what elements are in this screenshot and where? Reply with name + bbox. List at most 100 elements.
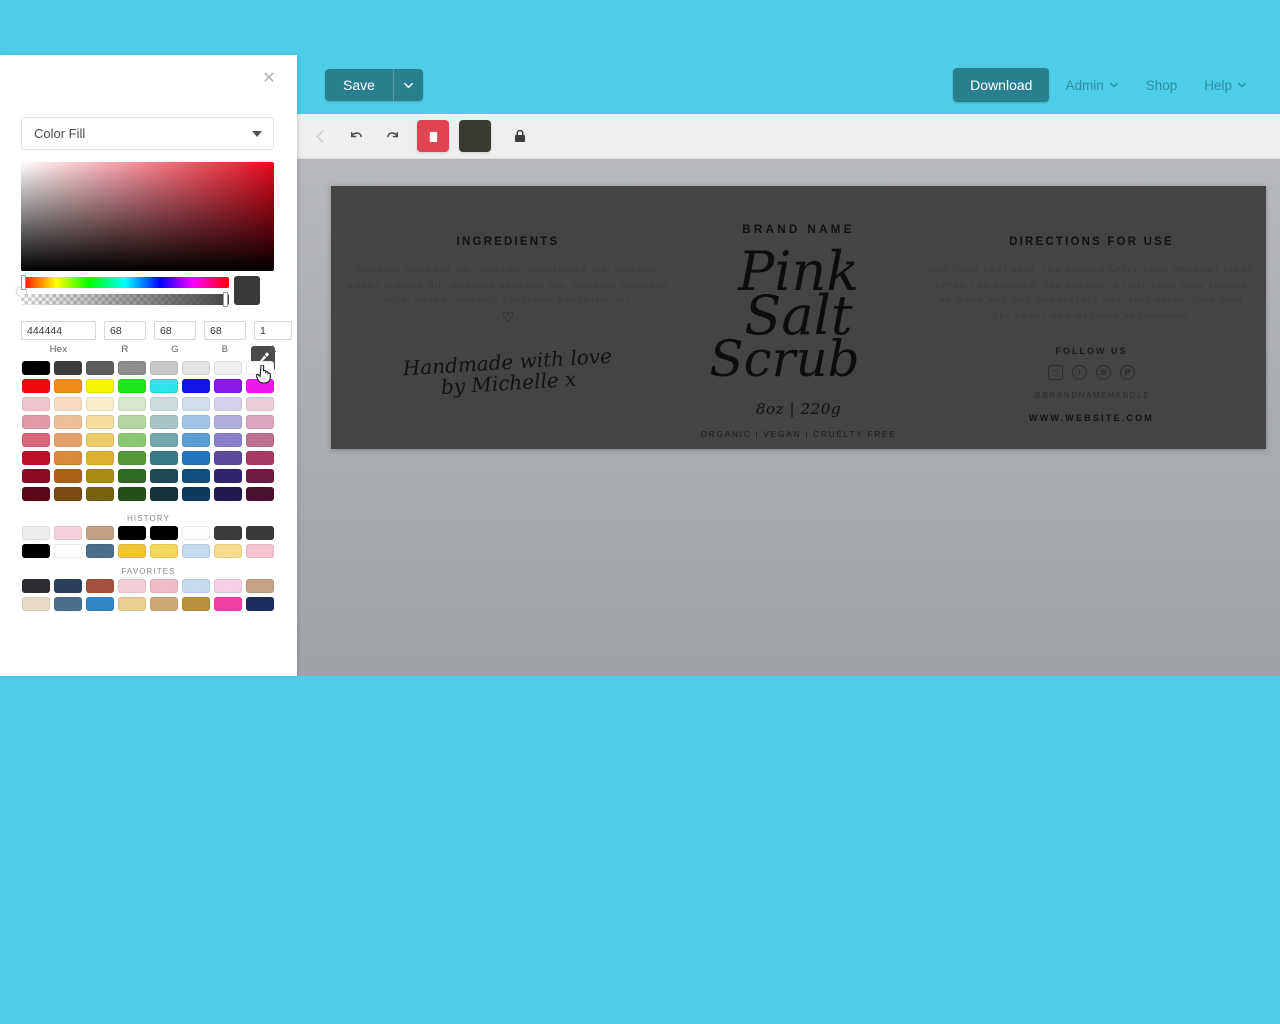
history-swatch-5[interactable]	[182, 526, 210, 540]
color-swatch-4[interactable]	[150, 361, 178, 375]
favorite-swatch-13[interactable]	[182, 597, 210, 611]
color-swatch-46[interactable]	[214, 451, 242, 465]
save-button-group[interactable]: Save	[325, 69, 423, 101]
color-swatch-2[interactable]	[86, 361, 114, 375]
hue-slider-knob[interactable]	[21, 275, 26, 290]
color-swatch-39[interactable]	[246, 433, 274, 447]
saturation-value-picker[interactable]	[17, 162, 274, 296]
color-swatch-40[interactable]	[22, 451, 50, 465]
back-button[interactable]	[305, 121, 335, 151]
color-swatch-9[interactable]	[54, 379, 82, 393]
color-swatch-62[interactable]	[214, 487, 242, 501]
color-swatch-42[interactable]	[86, 451, 114, 465]
color-swatch-56[interactable]	[22, 487, 50, 501]
red-input[interactable]	[104, 321, 146, 340]
color-swatch-27[interactable]	[118, 415, 146, 429]
color-swatch-36[interactable]	[150, 433, 178, 447]
history-swatch-13[interactable]	[182, 544, 210, 558]
nav-item-admin[interactable]: Admin	[1054, 69, 1129, 102]
history-swatch-10[interactable]	[86, 544, 114, 558]
color-swatch-12[interactable]	[150, 379, 178, 393]
lock-element-button[interactable]	[505, 121, 535, 151]
color-swatch-33[interactable]	[54, 433, 82, 447]
color-swatch-48[interactable]	[22, 469, 50, 483]
color-swatch-28[interactable]	[150, 415, 178, 429]
favorite-swatch-6[interactable]	[214, 579, 242, 593]
color-swatch-8[interactable]	[22, 379, 50, 393]
save-dropdown-toggle[interactable]	[392, 69, 423, 101]
history-swatch-11[interactable]	[118, 544, 146, 558]
color-swatch-16[interactable]	[22, 397, 50, 411]
color-swatch-5[interactable]	[182, 361, 210, 375]
save-button[interactable]: Save	[325, 69, 393, 101]
color-swatch-53[interactable]	[182, 469, 210, 483]
color-swatch-31[interactable]	[246, 415, 274, 429]
favorite-swatch-12[interactable]	[150, 597, 178, 611]
favorite-swatch-3[interactable]	[118, 579, 146, 593]
facebook-icon[interactable]: f	[1072, 365, 1087, 381]
color-swatch-29[interactable]	[182, 415, 210, 429]
favorite-swatch-14[interactable]	[214, 597, 242, 611]
delete-element-button[interactable]	[417, 120, 449, 152]
color-swatch-37[interactable]	[182, 433, 210, 447]
color-swatch-17[interactable]	[54, 397, 82, 411]
color-swatch-24[interactable]	[22, 415, 50, 429]
color-swatch-21[interactable]	[182, 397, 210, 411]
color-swatch-47[interactable]	[246, 451, 274, 465]
history-swatch-6[interactable]	[214, 526, 242, 540]
label-column-directions[interactable]: DIRECTIONS FOR USE FOR YOUR BEST SKIN, Y…	[929, 236, 1254, 423]
color-swatch-51[interactable]	[118, 469, 146, 483]
color-swatch-15[interactable]	[246, 379, 274, 393]
color-swatch-6[interactable]	[214, 361, 242, 375]
color-swatch-20[interactable]	[150, 397, 178, 411]
color-swatch-0[interactable]	[22, 361, 50, 375]
color-swatch-59[interactable]	[118, 487, 146, 501]
close-icon[interactable]: ✕	[259, 68, 279, 88]
color-swatch-35[interactable]	[118, 433, 146, 447]
history-swatch-15[interactable]	[246, 544, 274, 558]
color-swatch-34[interactable]	[86, 433, 114, 447]
color-swatch-58[interactable]	[86, 487, 114, 501]
redo-button[interactable]	[377, 121, 407, 151]
color-swatch-41[interactable]	[54, 451, 82, 465]
favorite-swatch-1[interactable]	[54, 579, 82, 593]
history-swatch-14[interactable]	[214, 544, 242, 558]
color-swatch-13[interactable]	[182, 379, 210, 393]
blue-input[interactable]	[204, 321, 246, 340]
color-swatch-50[interactable]	[86, 469, 114, 483]
color-swatch-45[interactable]	[182, 451, 210, 465]
color-swatch-52[interactable]	[150, 469, 178, 483]
instagram-icon[interactable]: ◻	[1048, 365, 1063, 381]
favorite-swatch-15[interactable]	[246, 597, 274, 611]
history-swatch-7[interactable]	[246, 526, 274, 540]
favorite-swatch-2[interactable]	[86, 579, 114, 593]
design-canvas[interactable]: INGREDIENTS ORGANIC COCONUT OIL, ORGANIC…	[297, 159, 1280, 676]
history-swatch-8[interactable]	[22, 544, 50, 558]
color-swatch-43[interactable]	[118, 451, 146, 465]
color-swatch-7[interactable]	[246, 361, 274, 375]
element-color-swatch[interactable]	[459, 120, 491, 152]
color-swatch-44[interactable]	[150, 451, 178, 465]
history-swatch-12[interactable]	[150, 544, 178, 558]
nav-item-shop[interactable]: Shop	[1135, 69, 1189, 102]
history-swatch-1[interactable]	[54, 526, 82, 540]
favorite-swatch-9[interactable]	[54, 597, 82, 611]
color-swatch-38[interactable]	[214, 433, 242, 447]
history-swatch-3[interactable]	[118, 526, 146, 540]
color-swatch-1[interactable]	[54, 361, 82, 375]
alpha-input[interactable]	[254, 321, 292, 340]
undo-button[interactable]	[341, 121, 371, 151]
color-swatch-54[interactable]	[214, 469, 242, 483]
color-swatch-19[interactable]	[118, 397, 146, 411]
favorite-swatch-7[interactable]	[246, 579, 274, 593]
color-swatch-61[interactable]	[182, 487, 210, 501]
twitter-icon[interactable]: 𝌆	[1096, 365, 1111, 381]
favorite-swatch-11[interactable]	[118, 597, 146, 611]
color-swatch-3[interactable]	[118, 361, 146, 375]
nav-item-help[interactable]: Help	[1193, 69, 1258, 102]
fill-mode-select[interactable]: Color Fill	[21, 117, 274, 150]
color-swatch-10[interactable]	[86, 379, 114, 393]
alpha-slider-knob[interactable]	[223, 292, 228, 307]
hex-input[interactable]	[21, 321, 96, 340]
color-swatch-63[interactable]	[246, 487, 274, 501]
